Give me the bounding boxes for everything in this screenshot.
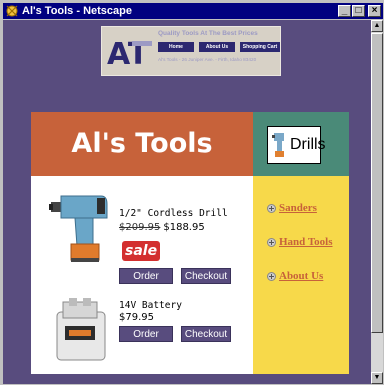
bullet-icon [267,271,276,281]
sale-badge: sale [122,241,161,261]
title-bar: Al's Tools - Netscape _ □ × [3,3,383,19]
scroll-thumb[interactable] [371,33,383,333]
sidebar-item-hand-tools[interactable]: Hand Tools [267,236,333,248]
page-viewport: AT Quality Tools At The Best Prices Home… [3,20,371,384]
al-tools-logo: AT [106,31,152,71]
sidebar-link[interactable]: About Us [279,270,323,282]
site-title: Al's Tools [71,128,213,159]
category-header: Drills [253,112,349,176]
product-price: $79.95 [119,312,154,323]
old-price: $209.95 [119,222,161,233]
sidebar-link[interactable]: Hand Tools [279,236,333,248]
product-name: 14V Battery [119,300,182,311]
price-line: $209.95 $188.95 [119,222,205,233]
sidebar: Sanders Hand Tools About Us [253,176,349,374]
close-icon: × [371,5,378,16]
window-title: Al's Tools - Netscape [22,5,132,17]
sidebar-item-sanders[interactable]: Sanders [267,202,317,214]
minimize-button[interactable]: _ [338,5,351,17]
tagline: Quality Tools At The Best Prices [158,30,258,37]
bullet-icon [267,203,276,213]
cordless-drill-image [49,195,108,262]
checkout-button[interactable]: Checkout [181,268,231,284]
nav-home-button[interactable]: Home [158,42,194,52]
category-label: Drills [290,136,326,153]
sidebar-link[interactable]: Sanders [279,202,317,214]
store-address: Al's Tools - 26 Juniper Ave. - Firth, Id… [158,57,257,62]
battery-image [56,298,106,361]
sale-price: $188.95 [163,222,205,233]
nav-cart-button[interactable]: Shopping Cart [240,42,280,52]
close-button[interactable]: × [368,5,381,17]
scroll-up-arrow-icon[interactable]: ▲ [371,20,383,32]
nav-about-button[interactable]: About Us [199,42,235,52]
drill-icon [272,133,284,157]
bullet-icon [267,237,276,247]
sidebar-item-about-us[interactable]: About Us [267,270,323,282]
product-name: 1/2" Cordless Drill [119,208,228,219]
minimize-icon: _ [341,5,348,16]
main-panel: Al's Tools Drills 1/2" Cordless Drill $2… [31,112,349,374]
maximize-button[interactable]: □ [352,5,365,17]
drills-category-badge[interactable]: Drills [267,126,326,164]
order-button[interactable]: Order [119,268,173,284]
checkout-button[interactable]: Checkout [181,326,231,342]
site-banner: AT Quality Tools At The Best Prices Home… [101,26,281,76]
site-header: Al's Tools [31,112,253,176]
netscape-icon [5,4,19,18]
maximize-icon: □ [355,5,362,16]
scroll-down-arrow-icon[interactable]: ▼ [371,372,383,384]
vertical-scrollbar[interactable]: ▲ ▼ [371,20,383,384]
order-button[interactable]: Order [119,326,173,342]
banner-nav: Home About Us Shopping Cart [158,42,280,52]
browser-window: Al's Tools - Netscape _ □ × AT Quality T… [0,0,384,385]
